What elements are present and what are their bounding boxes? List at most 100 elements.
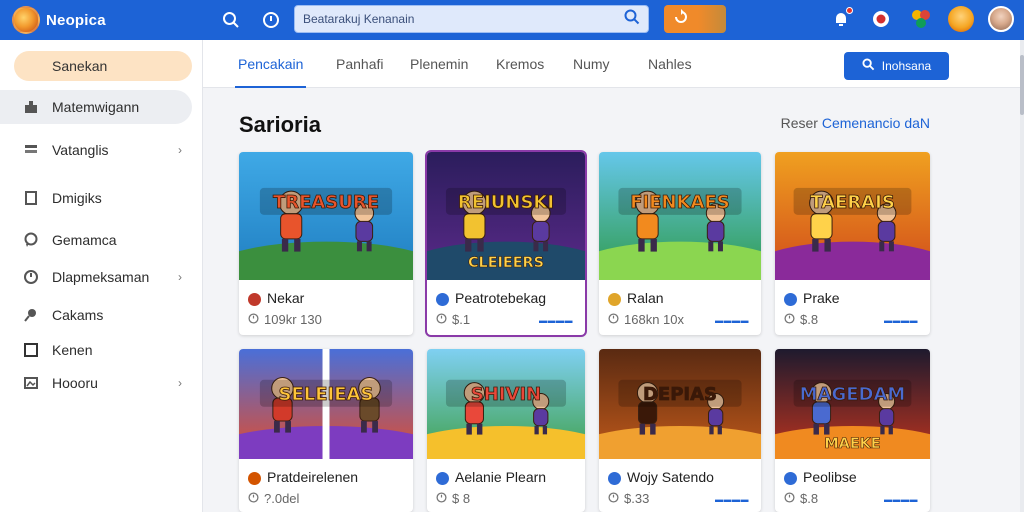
game-title[interactable]: Peolibse — [803, 469, 857, 485]
primary-action-button[interactable]: Inohsana — [844, 52, 949, 80]
game-tag: ▬▬▬▬ — [715, 495, 749, 504]
tab-pencakain[interactable]: Pencakain — [234, 40, 307, 88]
game-thumbnail[interactable]: SELEIEAS — [239, 349, 413, 459]
game-title[interactable]: Wojy Satendo — [627, 469, 714, 485]
games-icon[interactable] — [906, 4, 936, 34]
game-thumbnail[interactable]: REIUNSKI CLEIEERS — [427, 152, 585, 280]
game-icon — [608, 293, 621, 306]
game-tag: ▬▬▬▬ — [884, 495, 918, 504]
game-card[interactable]: SELEIEAS Pratdeirelenen ?.0del — [239, 349, 413, 512]
game-card[interactable]: TAERAIS Prake $.8 ▬▬▬▬ — [775, 152, 930, 335]
chevron-right-icon: › — [178, 376, 182, 390]
record-icon[interactable] — [866, 4, 896, 34]
search-submit-icon[interactable] — [624, 9, 640, 30]
svg-text:DEPIAS: DEPIAS — [643, 384, 717, 405]
tab-numy[interactable]: Numy — [573, 40, 610, 88]
game-card[interactable]: FIENKAES Ralan 168kn 10x ▬▬▬▬ — [599, 152, 761, 335]
game-card[interactable]: MAGEDAM MAEKE Peolibse $.8 ▬▬▬▬ — [775, 349, 930, 512]
svg-text:SELEIEAS: SELEIEAS — [279, 384, 374, 405]
sidebar-item-label: Kenen — [52, 342, 93, 358]
game-icon — [784, 472, 797, 485]
section-link-text[interactable]: Cemenancio daN — [822, 115, 930, 131]
sidebar-top-item[interactable]: Sanekan — [14, 51, 192, 81]
game-thumbnail[interactable]: SHIVIN — [427, 349, 585, 459]
file-icon — [22, 189, 40, 207]
pin-icon — [22, 306, 40, 324]
search-input[interactable] — [303, 12, 624, 26]
game-title[interactable]: Prake — [803, 290, 840, 306]
notification-icon[interactable] — [826, 4, 856, 34]
game-title[interactable]: Peatrotebekag — [455, 290, 546, 306]
game-meta: $.33 — [624, 491, 650, 506]
svg-text:TREASURE: TREASURE — [273, 192, 379, 213]
avatar-user[interactable] — [986, 4, 1016, 34]
sidebar-item-cakams[interactable]: Cakams — [0, 298, 192, 332]
sidebar-item-label: Matemwigann — [52, 99, 140, 115]
scrollbar-thumb[interactable] — [1020, 55, 1024, 115]
game-thumbnail[interactable]: MAGEDAM MAEKE — [775, 349, 930, 459]
game-title[interactable]: Ralan — [627, 290, 664, 306]
game-card[interactable]: REIUNSKI CLEIEERS Peatrotebekag $.1 ▬▬▬▬ — [427, 152, 585, 335]
stack-icon — [22, 141, 40, 159]
game-meta: $.8 — [800, 312, 819, 327]
app-name: Neopica — [46, 11, 106, 29]
game-card[interactable]: DEPIAS Wojy Satendo $.33 ▬▬▬▬ — [599, 349, 761, 512]
app-logo[interactable]: Neopica — [12, 6, 106, 34]
game-thumbnail[interactable]: TAERAIS — [775, 152, 930, 280]
time-icon — [608, 312, 619, 327]
game-meta: $.8 — [800, 491, 819, 506]
game-title[interactable]: Aelanie Plearn — [455, 469, 546, 485]
sidebar-item-label: Dmigiks — [52, 190, 102, 206]
game-meta-row: $ 8 — [436, 491, 470, 506]
time-icon — [608, 491, 619, 506]
game-card[interactable]: TREASURE Nekar 109kr 130 — [239, 152, 413, 335]
game-meta: $ 8 — [452, 491, 471, 506]
game-card[interactable]: SHIVIN Aelanie Plearn $ 8 — [427, 349, 585, 512]
promo-button[interactable] — [664, 5, 726, 33]
game-title[interactable]: Nekar — [267, 290, 304, 306]
clock-icon[interactable] — [260, 9, 282, 31]
game-thumbnail[interactable]: TREASURE — [239, 152, 413, 280]
tab-kremos[interactable]: Kremos — [496, 40, 544, 88]
game-meta-row: $.33 — [608, 491, 649, 506]
sidebar-item-hoooru[interactable]: Hoooru › — [0, 366, 192, 400]
section-link[interactable]: Reser Cemenancio daN — [781, 115, 930, 131]
game-tag: ▬▬▬▬ — [884, 316, 918, 325]
sidebar-item-kenen[interactable]: Kenen — [0, 333, 192, 367]
game-meta: 109kr 130 — [264, 312, 322, 327]
game-meta-row: ?.0del — [248, 491, 299, 506]
sidebar-item-matemwigann[interactable]: Matemwigann — [0, 90, 192, 124]
game-thumbnail[interactable]: DEPIAS — [599, 349, 761, 459]
game-thumbnail[interactable]: FIENKAES — [599, 152, 761, 280]
game-icon — [608, 472, 621, 485]
time-icon — [436, 491, 447, 506]
search-icon[interactable] — [220, 9, 242, 31]
tab-panhafi[interactable]: Panhafi — [336, 40, 383, 88]
sidebar-item-dlapmeksaman[interactable]: Dlapmeksaman › — [0, 260, 192, 294]
sidebar-item-gemamca[interactable]: Gemamca — [0, 223, 192, 257]
tab-plenemin[interactable]: Plenemin — [410, 40, 468, 88]
svg-text:SHIVIN: SHIVIN — [471, 384, 541, 405]
sidebar-item-dmigiks[interactable]: Dmigiks — [0, 181, 192, 215]
game-meta-row: $.1 — [436, 312, 470, 327]
sidebar-item-vatanglis[interactable]: Vatanglis › — [0, 133, 192, 167]
time-icon — [784, 491, 795, 506]
svg-text:REIUNSKI: REIUNSKI — [458, 192, 554, 213]
square-icon — [22, 341, 40, 359]
avatar-orange[interactable] — [946, 4, 976, 34]
sidebar-item-label: Hoooru — [52, 375, 98, 391]
tab-nahles[interactable]: Nahles — [648, 40, 692, 88]
game-meta: 168kn 10x — [624, 312, 684, 327]
game-meta-row: 168kn 10x — [608, 312, 684, 327]
game-title[interactable]: Pratdeirelenen — [267, 469, 358, 485]
refresh-icon — [672, 8, 690, 31]
primary-button-label: Inohsana — [881, 59, 932, 73]
game-meta-row: $.8 — [784, 312, 818, 327]
svg-text:MAGEDAM: MAGEDAM — [800, 384, 906, 405]
search-bar[interactable] — [294, 5, 649, 33]
game-tag: ▬▬▬▬ — [539, 316, 573, 325]
time-icon — [248, 491, 259, 506]
logo-badge-icon — [12, 6, 40, 34]
game-icon — [784, 293, 797, 306]
sidebar: Sanekan Matemwigann Vatanglis › Dmigiks … — [0, 40, 203, 512]
